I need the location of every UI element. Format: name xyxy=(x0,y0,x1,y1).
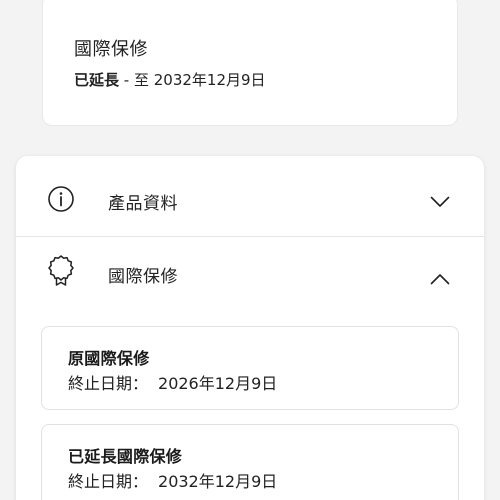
warranty-item-extended: 已延長國際保修 終止日期： 2032年12月9日 xyxy=(41,424,459,500)
chevron-down-icon xyxy=(430,193,450,207)
warranty-item-title: 已延長國際保修 xyxy=(68,447,183,466)
warranty-item-end-date: 終止日期： 2032年12月9日 xyxy=(68,468,277,492)
summary-status-strong: 已延長 xyxy=(74,71,120,89)
summary-status-rest: - 至 2032年12月9日 xyxy=(119,71,266,89)
award-ribbon-icon xyxy=(46,254,76,286)
end-date-label: 終止日期： xyxy=(68,374,149,393)
accordion-label-warranty: 國際保修 xyxy=(108,267,178,287)
warranty-item-original: 原國際保修 終止日期： 2026年12月9日 xyxy=(41,326,459,410)
end-date-value: 2032年12月9日 xyxy=(158,472,278,491)
warranty-summary-card: 國際保修 已延長 - 至 2032年12月9日 xyxy=(42,0,458,126)
end-date-value: 2026年12月9日 xyxy=(158,374,278,393)
accordion-label-product-info: 產品資料 xyxy=(108,194,178,214)
accordion-header-product-info[interactable]: 產品資料 xyxy=(16,156,484,237)
warranty-item-end-date: 終止日期： 2026年12月9日 xyxy=(68,370,277,394)
info-icon xyxy=(46,184,76,214)
end-date-label: 終止日期： xyxy=(68,472,149,491)
warranty-page: 國際保修 已延長 - 至 2032年12月9日 產品資料 國際保修 原國際保修 … xyxy=(0,0,500,500)
chevron-up-icon xyxy=(430,270,450,285)
details-accordion: 產品資料 國際保修 原國際保修 終止日期： 2026年12月9日 已延長國際保修… xyxy=(16,156,484,500)
warranty-item-title: 原國際保修 xyxy=(68,349,150,368)
accordion-header-warranty[interactable]: 國際保修 xyxy=(16,238,484,318)
summary-status: 已延長 - 至 2032年12月9日 xyxy=(74,69,266,90)
summary-title: 國際保修 xyxy=(74,39,148,60)
